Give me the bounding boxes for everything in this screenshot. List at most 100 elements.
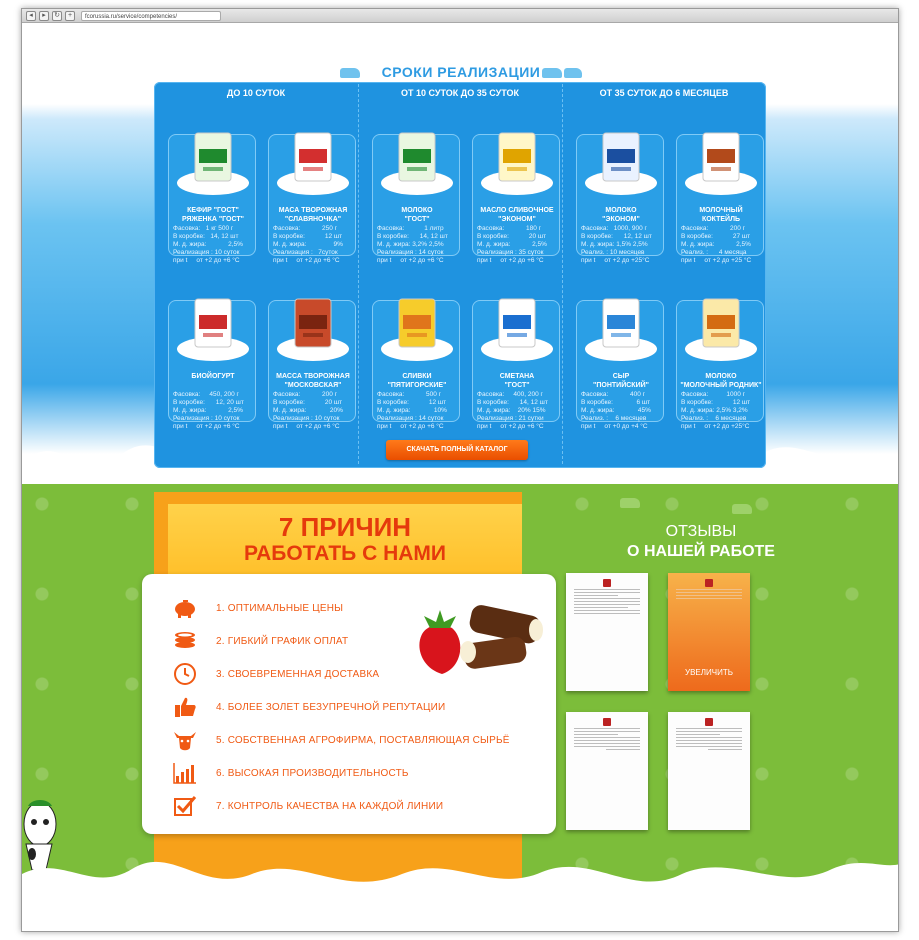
reload-button[interactable]: ↻ (52, 10, 62, 21)
spec-term: Реализация : 35 суток (477, 249, 544, 256)
spec-term: Реализация : 21 сутки (477, 415, 544, 422)
spec-term: Реализация : 14 суток (377, 415, 444, 422)
spec-fat: М. д. жира: 10% (377, 407, 447, 414)
cow-head-icon (172, 728, 198, 752)
thumbs-up-icon (172, 695, 198, 719)
spec-box: В коробке: 20 шт (273, 399, 343, 406)
spec-box: В коробке: 14, 12 шт (173, 233, 239, 240)
product-card[interactable]: СЛИВКИ "ПЯТИГОРСКИЕ" Фасовка: 500 гВ коро… (372, 298, 460, 430)
review-letter[interactable] (566, 712, 648, 830)
product-card[interactable]: БИОЙОГУРТ Фасовка: 450, 200 гВ коробке: 1… (168, 298, 256, 430)
product-name: МОЛОКО "ГОСТ" (401, 207, 433, 223)
product-image (585, 132, 657, 195)
download-catalog-button[interactable]: СКАЧАТЬ ПОЛНЫЙ КАТАЛОГ (386, 440, 528, 460)
spec-box: В коробке: 6 шт (581, 399, 651, 406)
piggy-bank-icon (172, 596, 198, 620)
product-image (177, 298, 249, 361)
reasons-title-line1: 7 ПРИЧИН (278, 512, 412, 542)
product-image (481, 132, 553, 195)
product-card[interactable]: МОЛОКО "ЭКОНОМ" Фасовка: 1000, 900 гВ кор… (576, 132, 664, 264)
spec-fat: М. д. жира: 1,5% 2,5% (581, 241, 648, 248)
spec-pack: Фасовка: 200 г (273, 391, 338, 398)
spec-pack: Фасовка: 1 кг 500 г (173, 225, 234, 232)
column-divider (358, 84, 359, 464)
clock-icon (172, 662, 198, 686)
reason-item: 6. ВЫСОКАЯ ПРОИЗВОДИТЕЛЬНОСТЬ (172, 759, 409, 787)
spec-pack: Фасовка: 450, 200 г (173, 391, 239, 398)
product-specs: Фасовка: 180 гВ коробке: 20 шт М. д. жира… (477, 225, 557, 265)
spec-box: В коробке: 20 шт (477, 233, 547, 240)
review-letter[interactable] (668, 712, 750, 830)
product-specs: Фасовка: 1000, 900 гВ коробке: 12, 12 шт… (581, 225, 661, 265)
product-name: МАССА ТВОРОЖНАЯ "МОСКОВСКАЯ" (276, 373, 350, 389)
address-bar[interactable]: fcorussia.ru/service/competencies/ (81, 10, 221, 21)
reason-item: 4. БОЛЕЕ ЗОЛЕТ БЕЗУПРЕЧНОЙ РЕПУТАЦИИ (172, 693, 445, 721)
product-specs: Фасовка: 450, 200 гВ коробке: 12, 20 шт М… (173, 391, 253, 431)
back-button[interactable]: ◂ (26, 10, 36, 21)
spec-temp: при t от +0 до +4 °C (581, 423, 648, 430)
spec-term: Реализ. : 10 месяцев (581, 249, 645, 256)
spec-fat: М. д. жира: 20% (273, 407, 343, 414)
product-card[interactable]: КЕФИР "ГОСТ" РЯЖЕНКА "ГОСТ" Фасовка: 1 кг… (168, 132, 256, 264)
reason-item: 2. ГИБКИЙ ГРАФИК ОПЛАТ (172, 627, 348, 655)
page-content: СРОКИ РЕАЛИЗАЦИИ ДО 10 СУТОК ОТ 10 СУТОК… (22, 24, 898, 931)
product-card[interactable]: МАСЛО СЛИВОЧНОЕ "ЭКОНОМ" Фасовка: 180 гВ … (472, 132, 560, 264)
spec-temp: при t от +2 до +6 °C (173, 423, 240, 430)
spec-pack: Фасовка: 180 г (477, 225, 542, 232)
reasons-title-line2: РАБОТАТЬ С НАМИ (243, 542, 447, 565)
product-card[interactable]: МОЛОКО "МОЛОЧНЫЙ РОДНИК" Фасовка: 1000 гВ… (676, 298, 764, 430)
spec-temp: при t от +2 до +6 °C (173, 257, 240, 264)
reason-text: 1. ОПТИМАЛЬНЫЕ ЦЕНЫ (216, 602, 344, 614)
product-card[interactable]: СЫР "ПОНТИЙСКИЙ" Фасовка: 400 гВ коробке:… (576, 298, 664, 430)
spec-temp: при t от +2 до +6 °C (273, 257, 340, 264)
product-card[interactable]: СМЕТАНА "ГОСТ" Фасовка: 400, 200 гВ короб… (472, 298, 560, 430)
reason-item: 5. СОБСТВЕННАЯ АГРОФИРМА, ПОСТАВЛЯЮЩАЯ С… (172, 726, 510, 754)
spec-fat: М. д. жира: 3,2% 2,5% (377, 241, 444, 248)
product-name: МОЛОКО "ЭКОНОМ" (602, 207, 640, 223)
product-card[interactable]: МАССА ТВОРОЖНАЯ "МОСКОВСКАЯ" Фасовка: 200… (268, 298, 356, 430)
product-specs: Фасовка: 200 гВ коробке: 27 шт М. д. жира… (681, 225, 761, 265)
cow-icon (620, 498, 640, 508)
add-tab-button[interactable]: + (65, 10, 75, 21)
milk-splash-bottom (22, 861, 898, 931)
product-card[interactable]: МОЛОКО "ГОСТ" Фасовка: 1 литр В коробке: 1… (372, 132, 460, 264)
reason-text: 2. ГИБКИЙ ГРАФИК ОПЛАТ (216, 635, 349, 647)
zoom-button[interactable]: УВЕЛИЧИТЬ (668, 668, 750, 677)
spec-fat: М. д. жира: 2,5% (681, 241, 751, 248)
spec-term: Реализ. : 6 месяцев (581, 415, 647, 422)
spec-box: В коробке: 14, 12 шт (477, 399, 548, 406)
spec-term: Реализация : 10 суток (173, 415, 240, 422)
product-name: СМЕТАНА "ГОСТ" (499, 373, 535, 389)
reason-item: 3. СВОЕВРЕМЕННАЯ ДОСТАВКА (172, 660, 379, 688)
product-specs: Фасовка: 1 литр В коробке: 14, 12 шт М. д.… (377, 225, 457, 265)
reason-item: 7. КОНТРОЛЬ КАЧЕСТВА НА КАЖДОЙ ЛИНИИ (172, 792, 443, 820)
reviews-title-line1: ОТЗЫВЫ (665, 523, 737, 540)
review-letter[interactable] (566, 573, 648, 691)
product-name: СЫР "ПОНТИЙСКИЙ" (593, 373, 649, 389)
product-name: СЛИВКИ "ПЯТИГОРСКИЕ" (387, 373, 447, 389)
spec-pack: Фасовка: 1000, 900 г (581, 225, 647, 232)
product-name: БИОЙОГУРТ (191, 373, 235, 380)
product-card[interactable]: МАСА ТВОРОЖНАЯ "СЛАВЯНОЧКА" Фасовка: 250 … (268, 132, 356, 264)
product-image (381, 132, 453, 195)
product-specs: Фасовка: 400 гВ коробке: 6 шт М. д. жира:… (581, 391, 661, 431)
spec-pack: Фасовка: 1 литр (377, 225, 444, 232)
product-card[interactable]: МОЛОЧНЫЙ КОКТЕЙЛЬ Фасовка: 200 гВ коробке… (676, 132, 764, 264)
reason-text: 5. СОБСТВЕННАЯ АГРОФИРМА, ПОСТАВЛЯЮЩАЯ С… (216, 734, 510, 746)
reason-text: 3. СВОЕВРЕМЕННАЯ ДОСТАВКА (216, 668, 380, 680)
spec-fat: М. д. жира: 2,5% (173, 241, 243, 248)
product-image (277, 298, 349, 361)
review-letter-active[interactable]: УВЕЛИЧИТЬ (668, 573, 750, 691)
product-name: КЕФИР "ГОСТ" РЯЖЕНКА "ГОСТ" (182, 207, 244, 223)
spec-term: Реализация : 10 суток (273, 415, 340, 422)
spec-temp: при t от +2 до +25°C (681, 423, 750, 430)
spec-temp: при t от +2 до +6 °C (273, 423, 340, 430)
reason-text: 6. ВЫСОКАЯ ПРОИЗВОДИТЕЛЬНОСТЬ (216, 767, 409, 779)
reasons-list: 1. ОПТИМАЛЬНЫЕ ЦЕНЫ 2. ГИБКИЙ ГРАФИК ОПЛ… (142, 574, 556, 834)
spec-box: В коробке: 27 шт (681, 233, 751, 240)
spec-box: В коробке: 12 шт (273, 233, 343, 240)
column-header: ОТ 10 СУТОК ДО 35 СУТОК (401, 88, 519, 98)
product-specs: Фасовка: 1 кг 500 гВ коробке: 14, 12 шт М… (173, 225, 253, 265)
forward-button[interactable]: ▸ (39, 10, 49, 21)
spec-fat: М. д. жира: 20% 15% (477, 407, 546, 414)
